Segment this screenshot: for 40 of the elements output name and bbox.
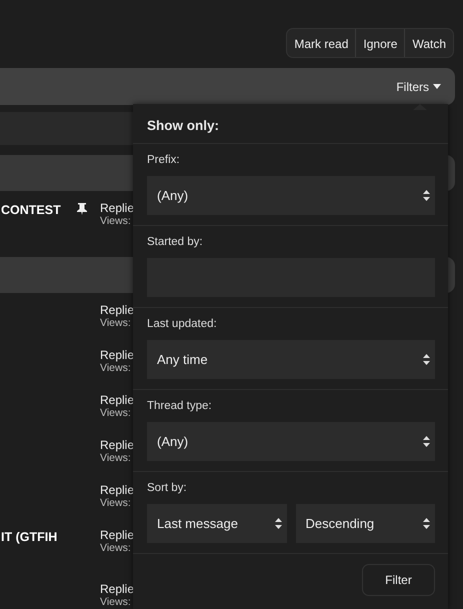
sort-arrows-icon: [423, 190, 430, 201]
replies-label: Replie: [100, 393, 134, 407]
toolbar-button[interactable]: Mark read: [287, 29, 356, 57]
popup-heading: Show only:: [147, 118, 219, 133]
sort-arrows-icon: [274, 518, 282, 529]
sort-arrows-icon: [423, 436, 430, 447]
views-label: Views:: [100, 317, 132, 329]
filters-dropdown[interactable]: Filters: [396, 80, 441, 94]
replies-label: Replie: [100, 483, 134, 497]
replies-label: Replie: [100, 582, 134, 596]
views-label: Views:: [100, 542, 132, 554]
field-label: Sort by:: [147, 482, 188, 494]
caret-icon: [433, 84, 441, 89]
field-label: Prefix:: [147, 154, 181, 166]
views-label: Views:: [100, 362, 132, 374]
sort-arrows-icon: [423, 518, 430, 529]
replies-label: Replie: [100, 201, 134, 215]
replies-label: Replie: [100, 528, 134, 542]
field-label: Last updated:: [147, 318, 218, 330]
replies-label: Replie: [100, 348, 134, 362]
field-label: Thread type:: [147, 400, 213, 412]
field-label: Started by:: [147, 236, 204, 248]
views-label: Views:: [100, 452, 132, 464]
select-field[interactable]: (Any): [147, 422, 435, 461]
select-field[interactable]: Descending: [296, 504, 435, 543]
replies-label: Replie: [100, 438, 134, 452]
views-label: Views:: [100, 596, 132, 608]
select-field[interactable]: Any time: [147, 340, 435, 379]
sort-arrows-icon: [423, 354, 430, 365]
thread-title[interactable]: CONTEST: [1, 201, 69, 217]
thread-title[interactable]: IT (GTFIH: [1, 528, 69, 544]
toolbar-button[interactable]: Watch: [404, 29, 453, 57]
replies-label: Replie: [100, 303, 134, 317]
filter-button[interactable]: Filter: [362, 564, 435, 596]
views-label: Views:: [100, 407, 132, 419]
select-field[interactable]: (Any): [147, 176, 435, 215]
views-label: Views:: [100, 497, 132, 509]
views-label: Views:: [100, 215, 132, 227]
toolbar-button[interactable]: Ignore: [355, 29, 404, 57]
select-field[interactable]: Last message: [147, 504, 286, 543]
